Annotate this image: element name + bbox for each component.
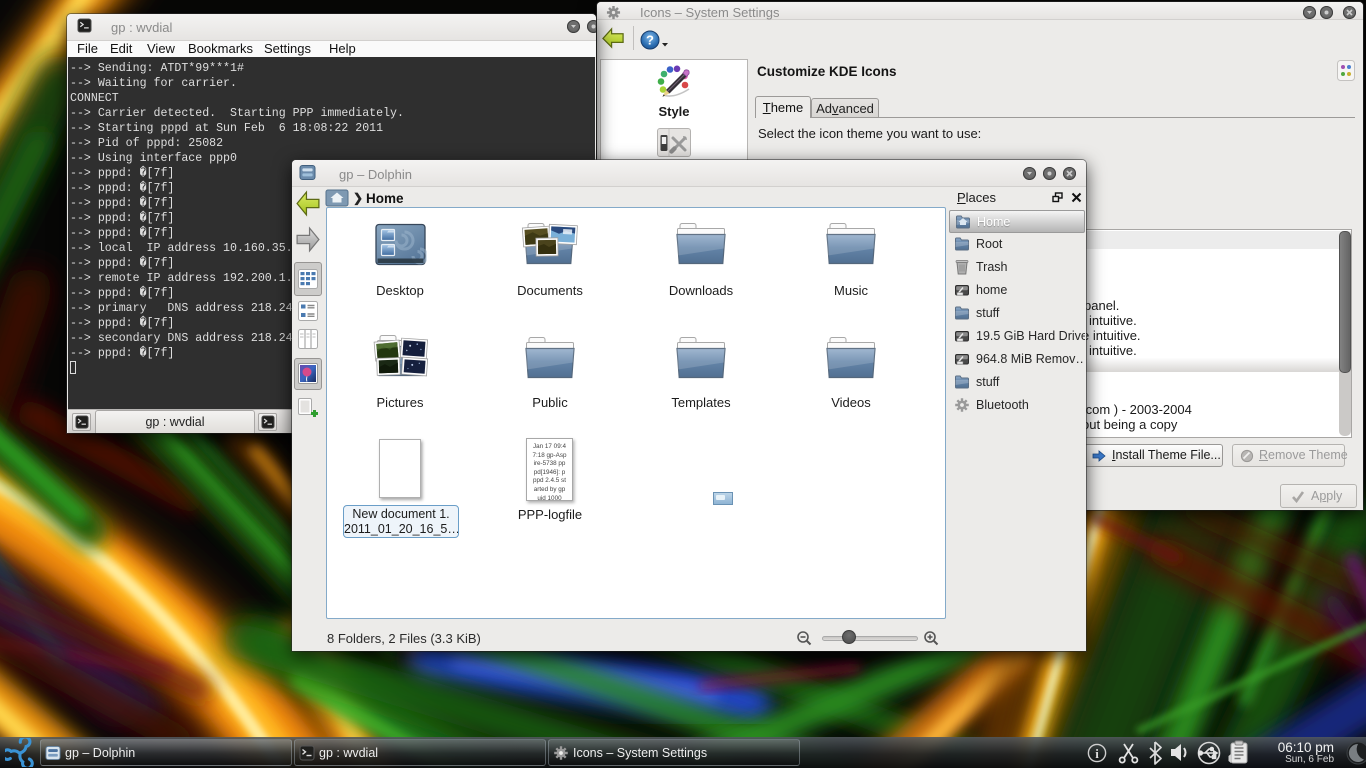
svg-text:i: i [1095,746,1099,761]
svg-text:?: ? [646,33,654,48]
